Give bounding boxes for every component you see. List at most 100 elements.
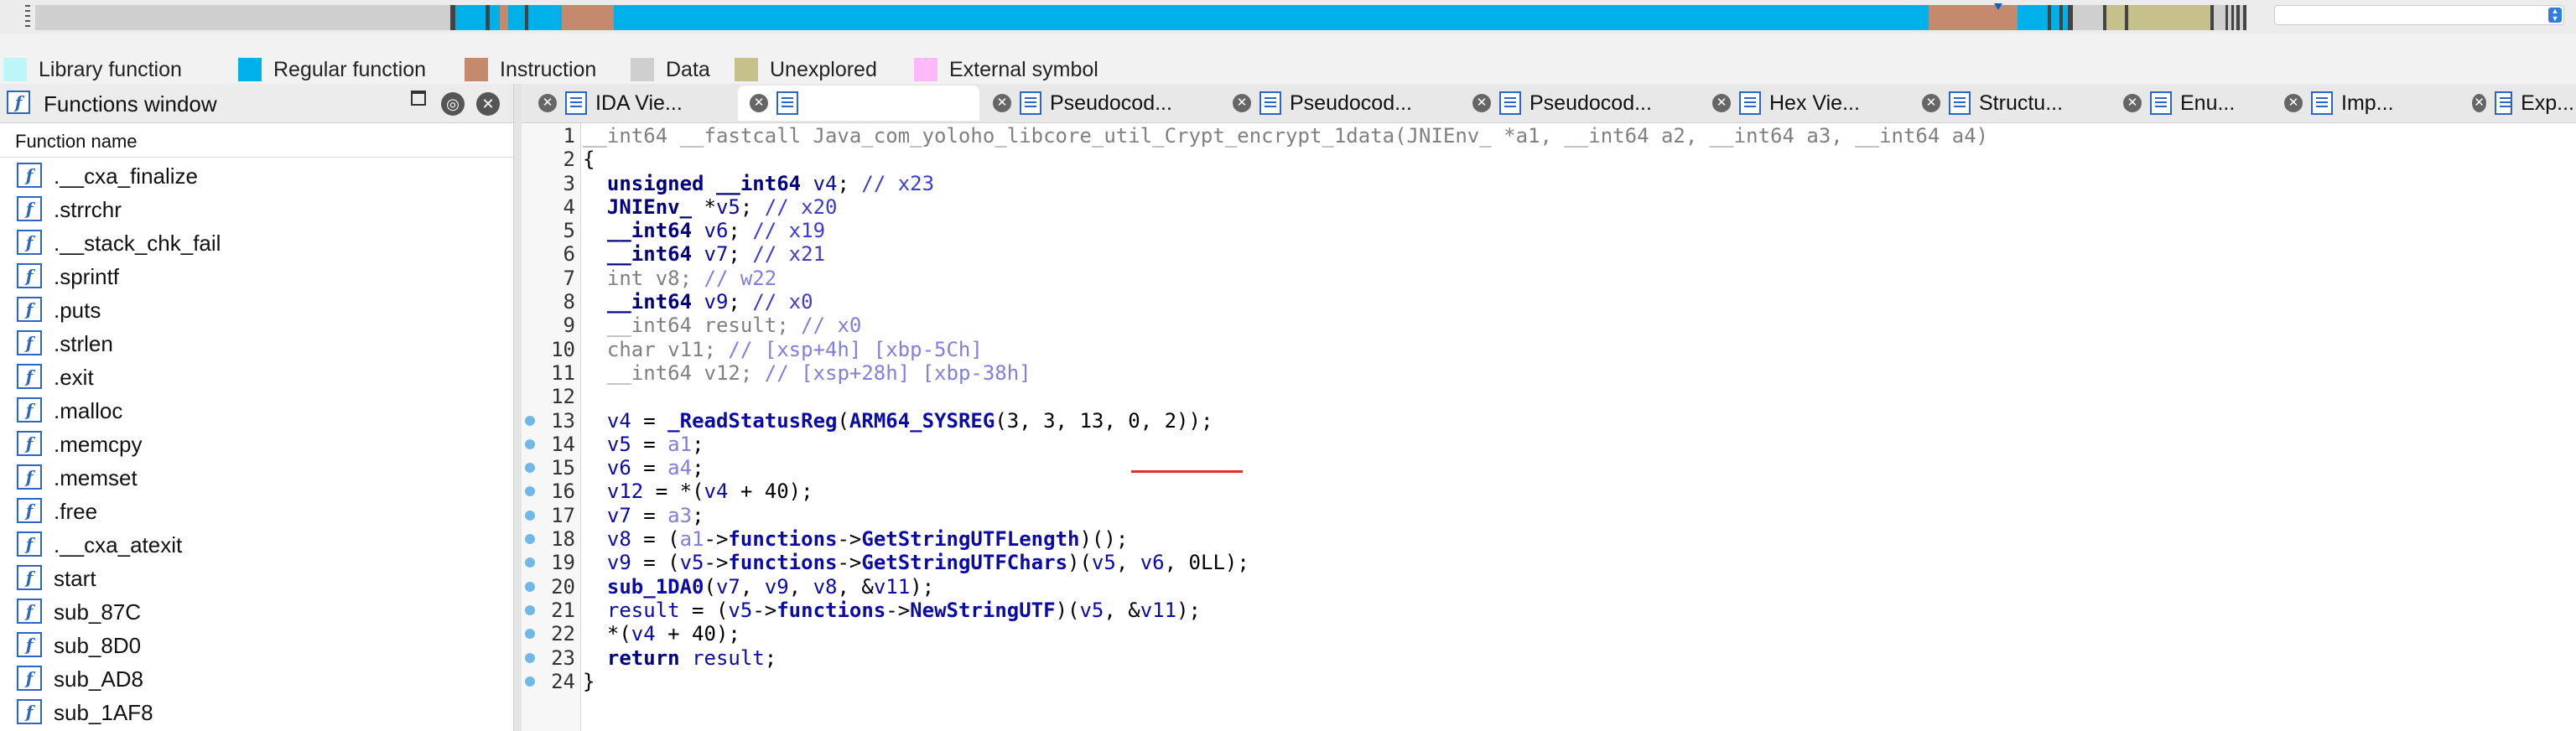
list-item[interactable]: f .strlen (0, 325, 513, 359)
code-line[interactable]: 1 __int64 __fastcall Java_com_yoloho_libc… (522, 123, 2576, 148)
list-item[interactable]: f start (0, 560, 513, 594)
code-line[interactable]: 14 v5 = a1; (522, 432, 2576, 456)
close-tab-icon[interactable]: ✕ (1472, 94, 1491, 112)
navbar-segment[interactable] (490, 5, 500, 30)
code-text[interactable]: char v11; // [xsp+4h] [xbp-5Ch] (583, 338, 983, 361)
code-text[interactable]: sub_1DA0(v7, v9, v8, &v11); (583, 575, 934, 599)
code-line[interactable]: 7 int v8; // w22 (522, 266, 2576, 290)
code-line[interactable]: 19 v9 = (v5->functions->GetStringUTFChar… (522, 550, 2576, 574)
code-text[interactable]: v4 = _ReadStatusReg(ARM64_SYSREG(3, 3, 1… (583, 409, 1213, 433)
code-line[interactable]: 21 result = (v5->functions->NewStringUTF… (522, 598, 2576, 622)
list-item[interactable]: f sub_8D0 (0, 627, 513, 661)
code-text[interactable]: { (583, 148, 595, 171)
code-text[interactable]: __int64 v7; // x21 (583, 242, 825, 266)
code-line[interactable]: 22 *(v4 + 40); (522, 621, 2576, 645)
code-text[interactable]: v12 = *(v4 + 40); (583, 480, 813, 503)
close-tab-icon[interactable]: ✕ (2123, 94, 2142, 112)
navband-grip[interactable] (25, 5, 30, 30)
close-tab-icon[interactable]: ✕ (1233, 94, 1251, 112)
navbar-segment[interactable] (614, 5, 1929, 30)
navbar-segment[interactable] (562, 5, 614, 30)
code-line[interactable]: 15 v6 = a4; (522, 455, 2576, 480)
close-tab-icon[interactable]: ✕ (2284, 94, 2303, 112)
navbar-segment[interactable] (2051, 5, 2059, 30)
code-text[interactable]: v8 = (a1->functions->GetStringUTFLength)… (583, 527, 1128, 551)
close-tab-icon[interactable]: ✕ (1922, 94, 1940, 112)
navbar-segment[interactable] (455, 5, 486, 30)
restore-window-icon[interactable] (411, 91, 426, 106)
code-text[interactable]: unsigned __int64 v4; // x23 (583, 172, 934, 195)
float-window-button[interactable]: ◎ (441, 92, 465, 116)
close-tab-icon[interactable]: ✕ (1712, 94, 1731, 112)
list-item[interactable]: f .memset (0, 459, 513, 493)
navbar-segment[interactable] (2214, 5, 2225, 30)
function-name-column-header[interactable]: Function name (0, 123, 513, 158)
code-text[interactable]: v9 = (v5->functions->GetStringUTFChars)(… (583, 551, 1249, 574)
code-line[interactable]: 12 (522, 384, 2576, 408)
navbar-segment[interactable] (1929, 5, 2018, 30)
code-line[interactable]: 2{ (522, 147, 2576, 171)
code-line[interactable]: 18 v8 = (a1->functions->GetStringUTFLeng… (522, 526, 2576, 551)
code-text[interactable]: int v8; // w22 (583, 267, 776, 290)
list-item[interactable]: f .__cxa_atexit (0, 526, 513, 560)
tab-structures[interactable]: ✕ Structu... (1910, 86, 2110, 121)
list-item[interactable]: f .sprintf (0, 258, 513, 292)
code-line[interactable]: 5 __int64 v6; // x19 (522, 218, 2576, 242)
navbar-segment[interactable] (2243, 5, 2246, 30)
code-line[interactable]: 9 __int64 result; // x0 (522, 313, 2576, 337)
navbar-segment[interactable] (2073, 5, 2103, 30)
code-line[interactable]: 3 unsigned __int64 v4; // x23 (522, 171, 2576, 195)
navband-zoom-select[interactable]: ▲ ▼ (2274, 5, 2564, 25)
list-item[interactable]: f .__stack_chk_fail (0, 225, 513, 258)
list-item[interactable]: f .malloc (0, 392, 513, 426)
list-item[interactable]: f .strrchr (0, 191, 513, 225)
close-tab-icon[interactable]: ✕ (538, 94, 557, 112)
chevron-updown-icon[interactable]: ▲ ▼ (2548, 8, 2562, 23)
code-text[interactable]: return result; (583, 646, 776, 670)
code-line[interactable]: 10 char v11; // [xsp+4h] [xbp-5Ch] (522, 337, 2576, 361)
tab-enums[interactable]: ✕ Enu... (2111, 86, 2271, 121)
code-text[interactable]: __int64 v9; // x0 (583, 290, 813, 314)
code-line[interactable]: 4 JNIEnv_ *v5; // x20 (522, 194, 2576, 219)
code-line[interactable]: 8 __int64 v9; // x0 (522, 289, 2576, 314)
tab-imports[interactable]: ✕ Imp... (2272, 86, 2459, 121)
code-line[interactable]: 17 v7 = a3; (522, 503, 2576, 527)
code-text[interactable]: __int64 result; // x0 (583, 314, 861, 337)
code-text[interactable]: v6 = a4; (583, 456, 704, 480)
navbar-segment[interactable] (2106, 5, 2125, 30)
list-item[interactable]: f sub_87C (0, 594, 513, 627)
tab-pseudocode-active[interactable]: ✕ (738, 86, 979, 121)
code-line[interactable]: 23 return result; (522, 645, 2576, 670)
code-text[interactable]: v5 = a1; (583, 433, 704, 456)
navigation-band[interactable]: ▲ ▼ (0, 0, 2576, 34)
code-line[interactable]: 13 v4 = _ReadStatusReg(ARM64_SYSREG(3, 3… (522, 408, 2576, 433)
close-tab-icon[interactable]: ✕ (2472, 94, 2487, 112)
list-item[interactable]: f sub_1AF8 (0, 694, 513, 728)
tab-hex-view[interactable]: ✕ Hex Vie... (1701, 86, 1909, 121)
code-text[interactable]: } (583, 670, 595, 693)
list-item[interactable]: f .exit (0, 359, 513, 392)
navbar-segment[interactable] (528, 5, 562, 30)
navbar-segment[interactable] (500, 5, 508, 30)
code-line[interactable]: 24} (522, 669, 2576, 693)
code-text[interactable]: *(v4 + 40); (583, 622, 740, 645)
code-text[interactable]: JNIEnv_ *v5; // x20 (583, 195, 838, 219)
close-tab-icon[interactable]: ✕ (993, 94, 1011, 112)
code-text[interactable]: __int64 __fastcall Java_com_yoloho_libco… (583, 124, 1988, 148)
code-text[interactable]: result = (v5->functions->NewStringUTF)(v… (583, 599, 1201, 622)
list-item[interactable]: f .free (0, 493, 513, 526)
list-item[interactable]: f .puts (0, 292, 513, 325)
code-text[interactable]: __int64 v6; // x19 (583, 219, 825, 242)
code-line[interactable]: 20 sub_1DA0(v7, v9, v8, &v11); (522, 574, 2576, 599)
tab-exports[interactable]: ✕ Exp... (2460, 86, 2574, 121)
list-item[interactable]: f sub_AD8 (0, 661, 513, 694)
pseudocode-view[interactable]: 1 __int64 __fastcall Java_com_yoloho_libc… (522, 123, 2576, 731)
tab-pseudocode-c[interactable]: ✕ Pseudocod... (1461, 86, 1699, 121)
code-text[interactable]: __int64 v12; // [xsp+28h] [xbp-38h] (583, 361, 1031, 385)
close-tab-icon[interactable]: ✕ (750, 94, 768, 112)
list-item[interactable]: f .memcpy (0, 426, 513, 459)
code-line[interactable]: 6 __int64 v7; // x21 (522, 241, 2576, 266)
navigation-bar[interactable] (35, 5, 2246, 30)
code-line[interactable]: 11 __int64 v12; // [xsp+28h] [xbp-38h] (522, 360, 2576, 385)
navbar-segment[interactable] (2018, 5, 2048, 30)
